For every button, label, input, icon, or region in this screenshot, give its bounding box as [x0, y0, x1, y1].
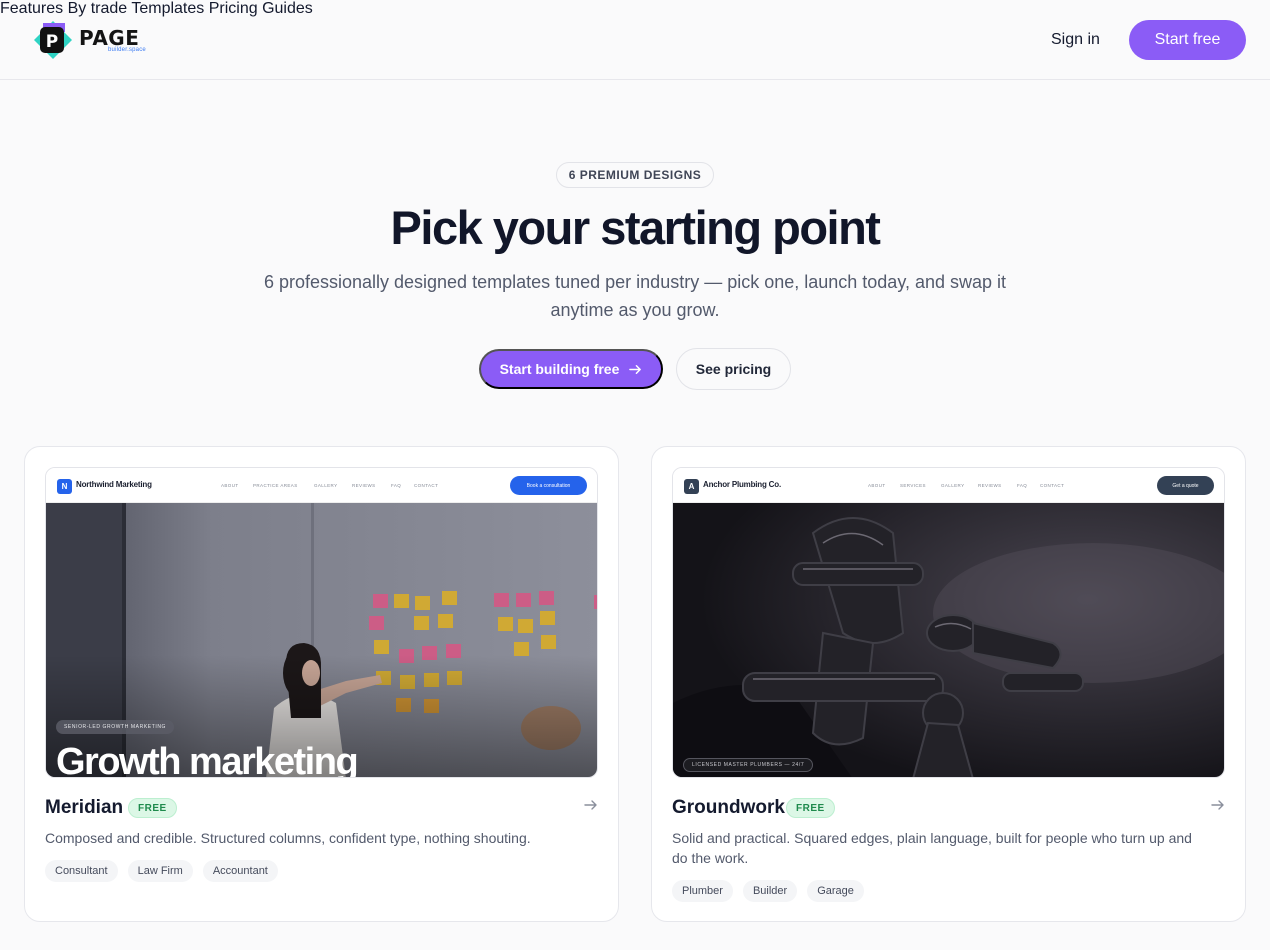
- brand-subtitle: builder.space: [108, 47, 146, 53]
- template-tags: Consultant Law Firm Accountant: [45, 860, 278, 882]
- tag: Accountant: [202, 860, 278, 882]
- nav-guides[interactable]: Guides: [262, 0, 313, 17]
- tag: Builder: [742, 880, 798, 902]
- logo-icon: P: [34, 21, 72, 59]
- preview-cta-label: Get a quote: [1172, 482, 1199, 489]
- preview-eyebrow: LICENSED MASTER PLUMBERS — 24/7: [683, 758, 814, 772]
- site-header: P PAGE builder.space Features By trade T…: [0, 0, 1270, 80]
- preview-nav-item: CONTACT: [414, 483, 439, 488]
- nav-pricing[interactable]: Pricing: [209, 0, 258, 17]
- preview-nav-item: ABOUT: [868, 483, 886, 488]
- preview-headline: Growth marketing: [56, 741, 359, 778]
- preview-cta: Get a quote: [1157, 476, 1214, 495]
- template-preview[interactable]: A Anchor Plumbing Co. ABOUT SERVICES GAL…: [672, 467, 1225, 778]
- template-name: Meridian: [45, 797, 124, 818]
- preview-nav-item: GALLERY: [314, 483, 338, 488]
- arrow-right-icon[interactable]: [1210, 797, 1226, 813]
- tag: Plumber: [672, 880, 733, 902]
- template-description: Solid and practical. Squared edges, plai…: [672, 830, 1192, 866]
- arrow-right-icon: [629, 364, 642, 374]
- brand-logo[interactable]: P PAGE builder.space: [33, 20, 153, 60]
- preview-hero-image: SENIOR-LED GROWTH MARKETING Growth marke…: [46, 503, 597, 778]
- template-card-meridian[interactable]: N Northwind Marketing ABOUT PRACTICE ARE…: [24, 446, 619, 922]
- tag: Consultant: [45, 860, 118, 882]
- free-badge: FREE: [128, 798, 177, 818]
- plumbing-photo: [673, 503, 1224, 777]
- start-building-label: Start building free: [499, 361, 620, 377]
- preview-nav-item: REVIEWS: [978, 483, 1002, 488]
- arrow-right-icon[interactable]: [583, 797, 599, 813]
- preview-cta-label: Book a consultation: [526, 482, 571, 489]
- nav-templates[interactable]: Templates: [131, 0, 204, 17]
- nav-features[interactable]: Features: [0, 0, 63, 17]
- template-preview[interactable]: N Northwind Marketing ABOUT PRACTICE ARE…: [45, 467, 598, 778]
- tag: Law Firm: [127, 860, 193, 882]
- office-photo: [46, 503, 597, 777]
- template-tags: Plumber Builder Garage: [672, 880, 864, 902]
- preview-nav-item: ABOUT: [221, 483, 239, 488]
- preview-nav-item: FAQ: [391, 483, 402, 488]
- preview-nav-item: GALLERY: [941, 483, 965, 488]
- preview-site-header: A Anchor Plumbing Co. ABOUT SERVICES GAL…: [673, 468, 1224, 503]
- template-description: Composed and credible. Structured column…: [45, 830, 531, 846]
- preview-eyebrow: SENIOR-LED GROWTH MARKETING: [56, 720, 175, 734]
- preview-nav-item: REVIEWS: [352, 483, 376, 488]
- tag: Garage: [807, 880, 864, 902]
- preview-site-header: N Northwind Marketing ABOUT PRACTICE ARE…: [46, 468, 597, 503]
- see-pricing-button[interactable]: See pricing: [676, 348, 791, 390]
- preview-hero-image: LICENSED MASTER PLUMBERS — 24/7: [673, 503, 1224, 777]
- sign-in-link[interactable]: Sign in: [1051, 31, 1100, 49]
- preview-site-name: Northwind Marketing: [76, 480, 152, 489]
- designs-count-pill: 6 PREMIUM DESIGNS: [556, 162, 714, 188]
- preview-logo: N: [57, 479, 72, 494]
- preview-nav-item: SERVICES: [900, 483, 926, 488]
- start-free-button[interactable]: Start free: [1129, 20, 1246, 60]
- preview-cta: Book a consultation: [510, 476, 587, 495]
- nav-by-trade[interactable]: By trade: [68, 0, 128, 17]
- svg-text:P: P: [46, 32, 58, 52]
- page-title: Pick your starting point: [390, 201, 881, 254]
- template-card-groundwork[interactable]: A Anchor Plumbing Co. ABOUT SERVICES GAL…: [651, 446, 1246, 922]
- start-building-button[interactable]: Start building free: [479, 349, 663, 389]
- free-badge: FREE: [786, 798, 835, 818]
- page-subtitle: 6 professionally designed templates tune…: [263, 272, 1007, 320]
- preview-site-name: Anchor Plumbing Co.: [703, 480, 781, 489]
- main-nav: Features By trade Templates Pricing Guid…: [0, 0, 1270, 18]
- preview-nav-item: CONTACT: [1040, 483, 1065, 488]
- preview-nav-item: PRACTICE AREAS: [253, 483, 298, 488]
- preview-nav-item: FAQ: [1017, 483, 1028, 488]
- preview-logo: A: [684, 479, 699, 494]
- template-name: Groundwork: [672, 797, 785, 818]
